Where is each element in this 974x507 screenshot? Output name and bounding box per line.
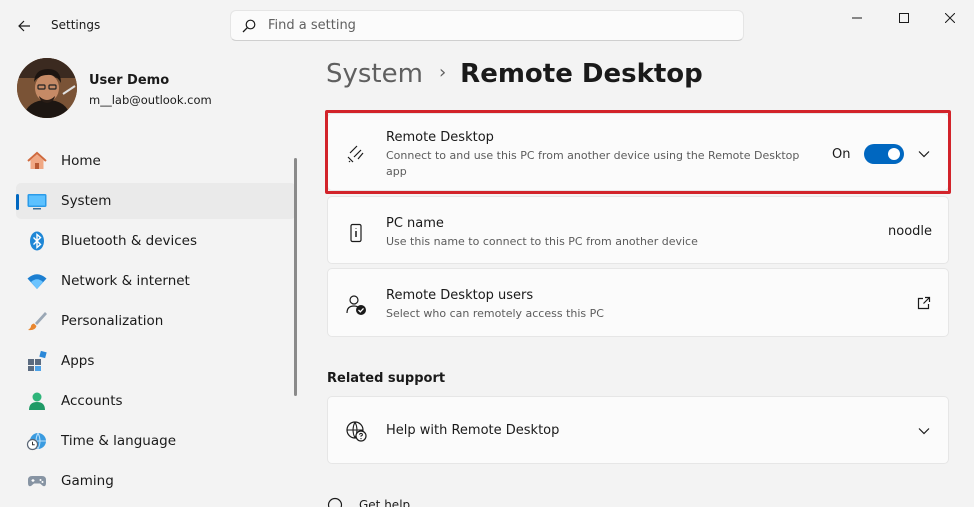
pc-name-value: noodle xyxy=(888,224,933,239)
search-input[interactable] xyxy=(268,18,708,33)
pc-name-description: Use this name to connect to this PC from… xyxy=(386,235,698,248)
sidebar-item-label: Gaming xyxy=(61,473,114,489)
sidebar-item-network[interactable]: Network & internet xyxy=(16,263,296,299)
remote-desktop-description: Connect to and use this PC from another … xyxy=(386,149,800,178)
system-icon xyxy=(26,190,48,212)
sidebar-item-label: Home xyxy=(61,153,101,169)
pc-name-card: PC name Use this name to connect to this… xyxy=(327,196,949,264)
maximize-icon xyxy=(899,13,909,23)
bluetooth-icon xyxy=(26,230,48,252)
minimize-button[interactable] xyxy=(834,3,880,33)
title-bar: Settings xyxy=(0,0,974,50)
users-description: Select who can remotely access this PC xyxy=(386,307,604,320)
external-link-icon[interactable] xyxy=(916,295,932,311)
sidebar-item-system[interactable]: System xyxy=(16,183,296,219)
sidebar-item-time-language[interactable]: Time & language xyxy=(16,423,296,459)
wifi-icon xyxy=(26,270,48,292)
remote-desktop-toggle[interactable] xyxy=(864,144,904,164)
gamepad-icon xyxy=(26,470,48,492)
remote-desktop-icon xyxy=(344,142,368,166)
sidebar-nav: Home System Bluetooth & devices Network … xyxy=(16,143,296,503)
app-title: Settings xyxy=(51,18,101,32)
user-avatar-icon xyxy=(17,58,77,118)
help-remote-desktop-card[interactable]: Help with Remote Desktop xyxy=(327,396,949,464)
sidebar-item-apps[interactable]: Apps xyxy=(16,343,296,379)
home-icon xyxy=(26,150,48,172)
users-title: Remote Desktop users xyxy=(386,288,534,303)
search-box[interactable] xyxy=(230,10,744,41)
remote-desktop-title: Remote Desktop xyxy=(386,130,494,145)
chevron-down-icon[interactable] xyxy=(916,423,932,439)
sidebar-item-label: System xyxy=(61,193,112,209)
remote-desktop-users-card[interactable]: Remote Desktop users Select who can remo… xyxy=(327,268,949,337)
avatar[interactable] xyxy=(17,58,77,118)
sidebar-item-label: Bluetooth & devices xyxy=(61,233,198,249)
remote-desktop-card[interactable]: Remote Desktop Connect to and use this P… xyxy=(327,113,949,191)
sidebar-item-label: Network & internet xyxy=(61,273,190,289)
sidebar-scrollbar[interactable] xyxy=(294,158,297,396)
related-support-heading: Related support xyxy=(327,371,446,386)
apps-icon xyxy=(26,350,48,372)
get-help-label: Get help xyxy=(359,498,411,507)
toggle-state-label: On xyxy=(832,147,851,162)
minimize-icon xyxy=(852,17,862,19)
breadcrumb-separator: › xyxy=(438,61,447,83)
close-icon xyxy=(945,13,955,23)
sidebar-item-label: Accounts xyxy=(61,393,123,409)
sidebar-item-home[interactable]: Home xyxy=(16,143,296,179)
help-icon xyxy=(327,497,343,507)
person-icon xyxy=(26,390,48,412)
toggle-knob xyxy=(888,148,900,160)
breadcrumb: System › Remote Desktop xyxy=(326,59,703,89)
sidebar-item-accounts[interactable]: Accounts xyxy=(16,383,296,419)
sidebar-item-label: Apps xyxy=(61,353,95,369)
close-button[interactable] xyxy=(927,3,973,33)
sidebar-item-gaming[interactable]: Gaming xyxy=(16,463,296,499)
pc-name-title: PC name xyxy=(386,216,444,231)
brush-icon xyxy=(26,310,48,332)
users-check-icon xyxy=(344,293,368,317)
back-arrow-icon xyxy=(18,20,30,32)
clock-globe-icon xyxy=(26,430,48,452)
sidebar-item-personalization[interactable]: Personalization xyxy=(16,303,296,339)
search-icon xyxy=(242,19,256,32)
breadcrumb-parent[interactable]: System xyxy=(326,59,423,89)
user-name: User Demo xyxy=(89,73,170,88)
help-title: Help with Remote Desktop xyxy=(386,423,560,438)
chevron-down-icon[interactable] xyxy=(916,146,932,162)
user-email: m__lab@outlook.com xyxy=(89,93,212,107)
sidebar-item-label: Time & language xyxy=(61,433,177,449)
get-help-link[interactable]: Get help xyxy=(327,497,410,507)
back-button[interactable] xyxy=(10,12,38,40)
globe-help-icon xyxy=(344,419,368,443)
maximize-button[interactable] xyxy=(881,3,927,33)
page-title: Remote Desktop xyxy=(460,59,703,89)
sidebar-item-label: Personalization xyxy=(61,313,164,329)
pc-info-icon xyxy=(344,221,368,245)
sidebar-item-bluetooth[interactable]: Bluetooth & devices xyxy=(16,223,296,259)
